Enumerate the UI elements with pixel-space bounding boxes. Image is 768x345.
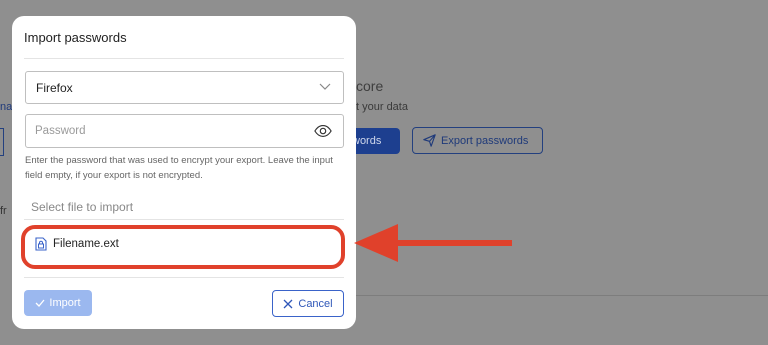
file-name: Filename.ext xyxy=(53,238,119,250)
header-divider xyxy=(24,58,344,59)
browser-select[interactable]: Firefox xyxy=(25,71,344,104)
file-drop-zone[interactable]: Filename.ext xyxy=(21,225,345,269)
bg-export-label: Export passwords xyxy=(441,134,529,147)
password-help-text: Enter the password that was used to encr… xyxy=(25,155,333,181)
password-input[interactable] xyxy=(25,114,344,148)
file-section-label: Select file to import xyxy=(31,200,134,214)
dialog-title: Import passwords xyxy=(24,30,127,45)
chevron-down-icon xyxy=(319,83,331,90)
file-item[interactable]: Filename.ext xyxy=(35,237,119,251)
bg-export-passwords-button: Export passwords xyxy=(412,127,543,154)
import-button[interactable]: Import xyxy=(24,290,92,316)
file-lock-icon xyxy=(35,237,47,251)
bg-section-title: core xyxy=(356,78,384,94)
bg-section-subtitle: t your data xyxy=(356,101,408,113)
bg-left-button xyxy=(0,128,4,156)
import-passwords-dialog: Import passwords Firefox Enter the passw… xyxy=(12,16,356,329)
send-icon xyxy=(423,134,436,147)
bg-left-text: fr xyxy=(0,205,7,217)
eye-icon[interactable] xyxy=(314,124,332,138)
cancel-button-label: Cancel xyxy=(298,297,333,310)
file-section-divider xyxy=(24,219,344,220)
check-icon xyxy=(35,299,45,307)
cancel-button[interactable]: Cancel xyxy=(272,290,344,317)
red-arrow xyxy=(354,224,512,262)
bg-divider xyxy=(356,295,768,296)
close-icon xyxy=(283,299,293,308)
import-button-label: Import xyxy=(49,297,81,309)
browser-select-value: Firefox xyxy=(36,80,73,95)
bg-import-label: words xyxy=(352,135,382,147)
footer-divider xyxy=(24,277,344,278)
bg-left-link: na xyxy=(0,101,13,113)
